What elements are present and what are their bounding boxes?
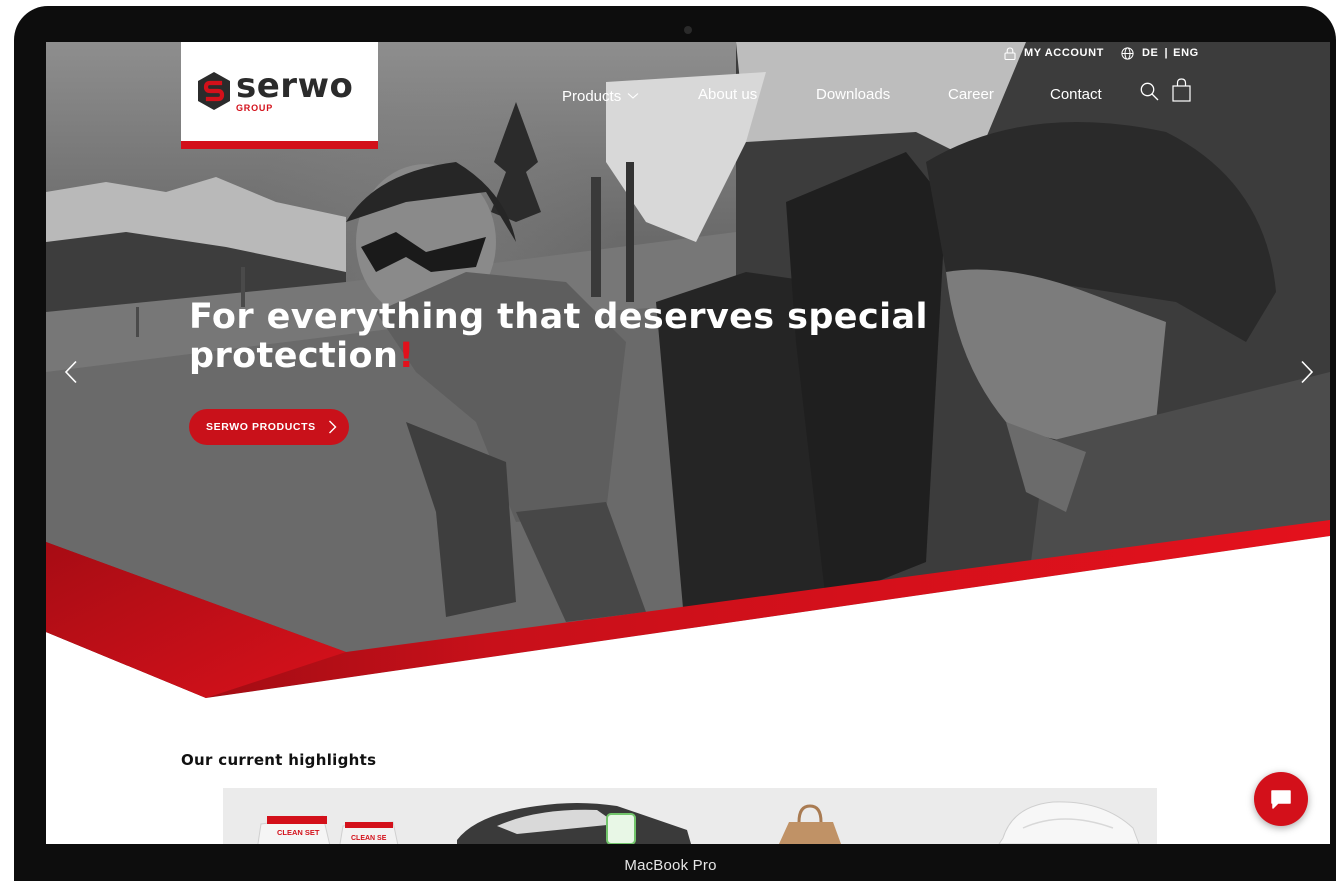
- language-de[interactable]: DE: [1142, 47, 1158, 59]
- clean-set-label-1: CLEAN SET: [277, 828, 320, 837]
- hero-headline-text: For everything that deserves special pro…: [189, 297, 928, 376]
- laptop-frame: serwo GROUP MY ACCOUNT DE | ENG Products…: [14, 6, 1336, 881]
- nav-career[interactable]: Career: [948, 86, 994, 106]
- serwo-products-button[interactable]: SERWO PRODUCTS: [189, 409, 349, 445]
- nav-downloads[interactable]: Downloads: [816, 86, 890, 106]
- clean-set-product-image[interactable]: CLEAN SET CLEAN SE: [253, 810, 403, 844]
- chat-icon: [1271, 790, 1291, 809]
- nav-products-label: Products: [562, 87, 622, 105]
- lock-icon: [1004, 46, 1016, 60]
- camera: [684, 26, 692, 34]
- nav-products[interactable]: Products: [562, 86, 639, 106]
- nav-contact[interactable]: Contact: [1050, 86, 1102, 106]
- my-account-label: MY ACCOUNT: [1024, 47, 1104, 59]
- serwo-products-label: SERWO PRODUCTS: [206, 421, 316, 433]
- language-switcher: DE | ENG: [1121, 46, 1199, 60]
- shopping-bag-icon[interactable]: [1172, 78, 1191, 102]
- chat-button[interactable]: [1254, 772, 1308, 826]
- logo-wordmark: serwo: [236, 66, 354, 106]
- highlights-strip: CLEAN SET CLEAN SE: [223, 788, 1157, 844]
- car-seat-cover-product-image[interactable]: [457, 800, 697, 844]
- serwo-logo[interactable]: serwo GROUP: [181, 42, 378, 149]
- slider-prev-icon[interactable]: [64, 360, 78, 384]
- serwo-logo-mark-icon: [198, 72, 230, 110]
- chevron-right-icon: [329, 420, 337, 434]
- search-icon[interactable]: [1140, 82, 1159, 101]
- clean-set-label-2: CLEAN SE: [351, 835, 387, 842]
- logo-subtitle: GROUP: [236, 103, 274, 113]
- nav-about-us[interactable]: About us: [698, 86, 757, 106]
- language-eng[interactable]: ENG: [1173, 47, 1199, 59]
- highlights-heading: Our current highlights: [181, 751, 377, 769]
- language-separator: |: [1164, 47, 1169, 59]
- device-label: MacBook Pro: [624, 857, 717, 874]
- hero-banner: serwo GROUP MY ACCOUNT DE | ENG Products…: [46, 42, 1330, 702]
- slider-next-icon[interactable]: [1300, 360, 1314, 384]
- globe-icon: [1121, 46, 1134, 60]
- chevron-down-icon: [627, 93, 639, 99]
- browser-screen: serwo GROUP MY ACCOUNT DE | ENG Products…: [46, 42, 1330, 844]
- my-account-link[interactable]: MY ACCOUNT: [1004, 46, 1104, 60]
- paper-bag-product-image[interactable]: [765, 804, 855, 844]
- face-mask-product-image[interactable]: [993, 798, 1143, 844]
- hero-headline-mark: !: [398, 336, 415, 376]
- hero-headline: For everything that deserves special pro…: [189, 298, 1089, 376]
